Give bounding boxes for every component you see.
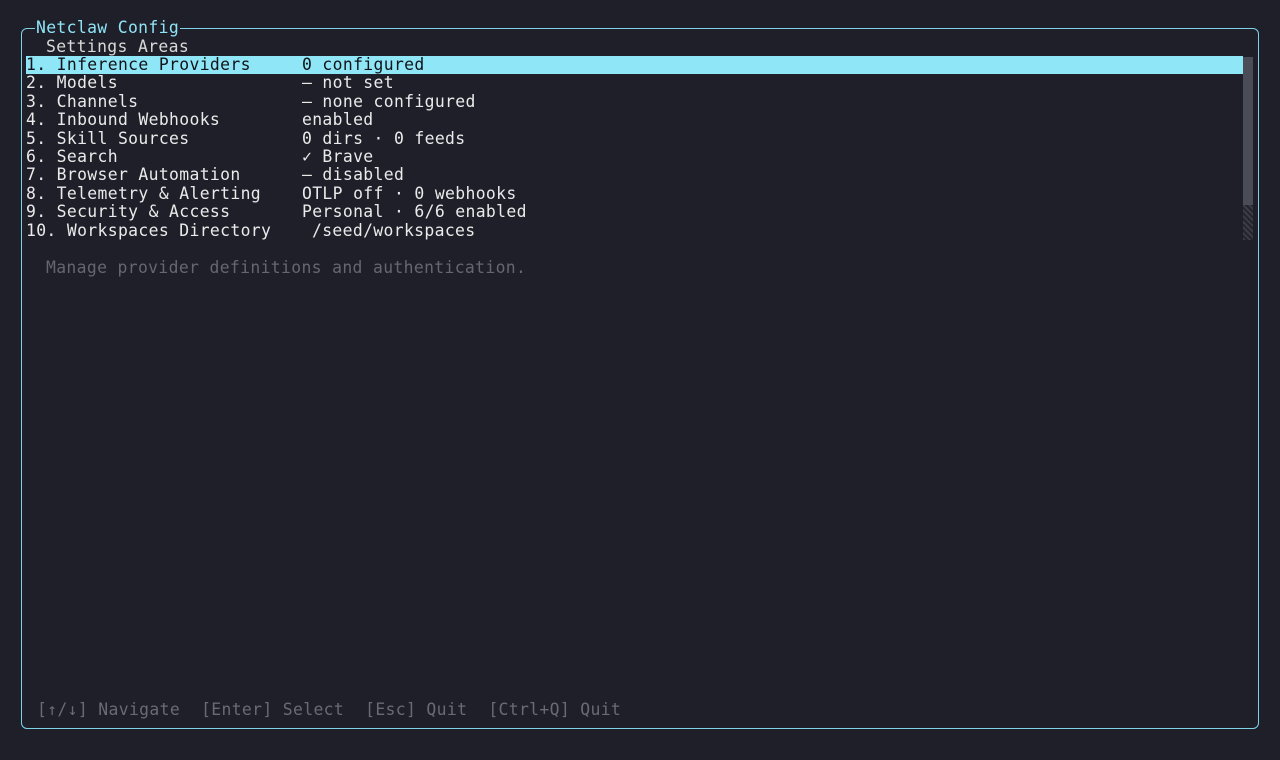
list-scrollbar[interactable] <box>1243 57 1253 240</box>
settings-item-label: 6. Search <box>26 146 118 166</box>
settings-item-inbound-webhooks[interactable]: 4. Inbound Webhooks enabled <box>26 110 1243 130</box>
settings-item-label: 5. Skill Sources <box>26 128 190 148</box>
settings-item-value: — disabled <box>302 165 405 185</box>
settings-item-value: Personal · 6/6 enabled <box>302 202 527 222</box>
keybinding-hints: [↑/↓] Navigate [Enter] Select [Esc] Quit [C… <box>37 700 621 720</box>
settings-item-models[interactable]: 2. Models — not set <box>26 73 1243 93</box>
settings-item-workspaces-directory[interactable]: 10. Workspaces Directory /seed/workspace… <box>26 220 1243 240</box>
settings-item-inference-providers[interactable]: 1. Inference Providers 0 configured <box>26 55 1243 75</box>
hint-navigate: [↑/↓] Navigate <box>37 700 181 719</box>
settings-item-security-access[interactable]: 9. Security & Access Personal · 6/6 enab… <box>26 202 1243 222</box>
settings-item-label: 4. Inbound Webhooks <box>26 110 221 130</box>
settings-item-label: 10. Workspaces Directory <box>26 220 272 240</box>
item-description: Manage provider definitions and authenti… <box>46 258 527 277</box>
settings-item-value: 0 dirs · 0 feeds <box>302 128 466 148</box>
scrollbar-thumb[interactable] <box>1243 57 1253 205</box>
section-heading: Settings Areas <box>46 37 190 56</box>
settings-item-search[interactable]: 6. Search ✓ Brave <box>26 146 1243 166</box>
settings-list: 1. Inference Providers 0 configured 2. M… <box>26 55 1243 240</box>
settings-item-browser-automation[interactable]: 7. Browser Automation — disabled <box>26 165 1243 185</box>
settings-item-label: 8. Telemetry & Alerting <box>26 183 262 203</box>
settings-item-telemetry-alerting[interactable]: 8. Telemetry & Alerting OTLP off · 0 web… <box>26 183 1243 203</box>
hint-select: [Enter] Select <box>201 700 345 719</box>
settings-item-value: OTLP off · 0 webhooks <box>302 183 517 203</box>
settings-item-skill-sources[interactable]: 5. Skill Sources 0 dirs · 0 feeds <box>26 128 1243 148</box>
scrollbar-track[interactable] <box>1243 205 1253 240</box>
settings-item-label: 1. Inference Providers <box>26 55 251 74</box>
settings-item-value: — none configured <box>302 91 476 111</box>
settings-item-label: 7. Browser Automation <box>26 165 241 185</box>
settings-item-label: 9. Security & Access <box>26 202 231 222</box>
settings-item-value: ✓ Brave <box>302 146 374 166</box>
settings-item-value: enabled <box>302 110 374 130</box>
settings-item-value: 0 configured <box>302 55 425 74</box>
settings-item-label: 3. Channels <box>26 91 139 111</box>
hint-escape-quit: [Esc] Quit <box>365 700 468 719</box>
hint-ctrl-q-quit: [Ctrl+Q] Quit <box>488 700 622 719</box>
settings-item-value: /seed/workspaces <box>312 220 476 240</box>
panel-title: Netclaw Config <box>35 18 181 38</box>
settings-item-channels[interactable]: 3. Channels — none configured <box>26 91 1243 111</box>
settings-item-value: — not set <box>302 73 394 93</box>
settings-item-label: 2. Models <box>26 73 118 93</box>
